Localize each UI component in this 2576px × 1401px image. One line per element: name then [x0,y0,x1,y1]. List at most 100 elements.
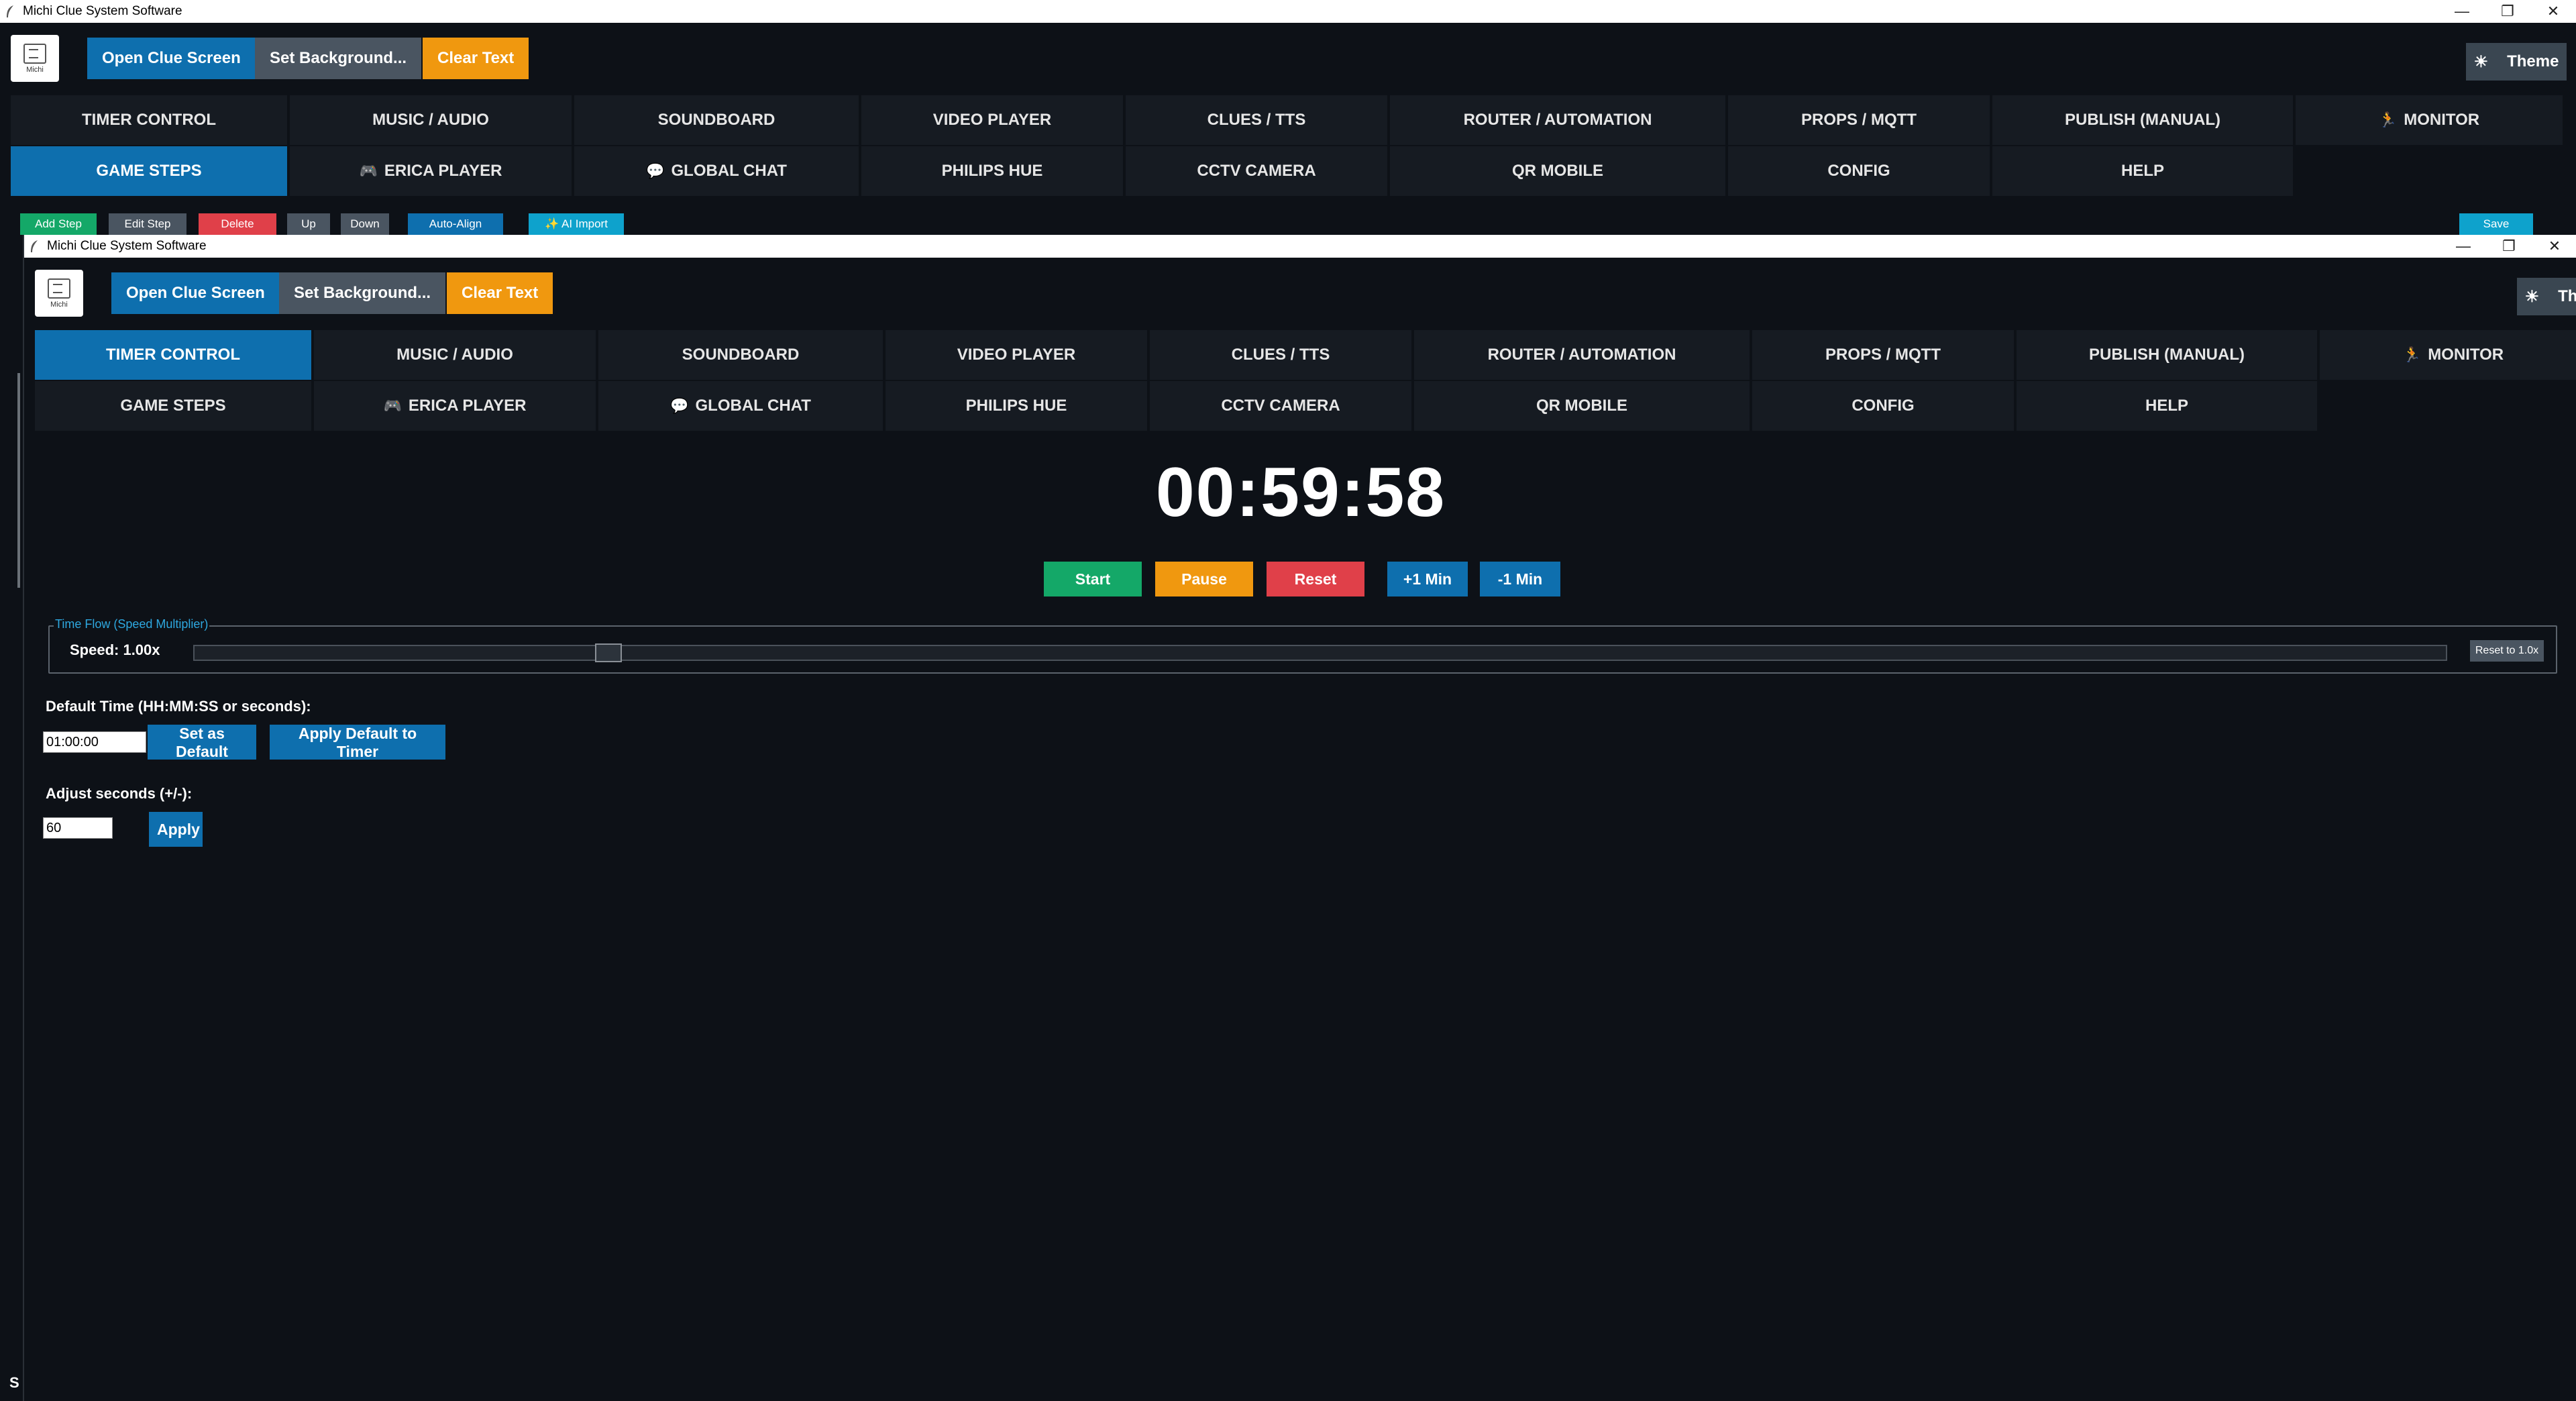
speed-label: Speed: 1.00x [70,641,160,658]
minimize-icon[interactable]: — [2440,235,2486,258]
window-title: Michi Clue System Software [47,239,207,253]
tab-video-player[interactable]: VIDEO PLAYER [861,95,1123,145]
gamepad-icon: 🎮 [359,162,378,179]
reset-speed-button[interactable]: Reset to 1.0x [2470,640,2544,662]
adjust-seconds-label: Adjust seconds (+/-): [46,785,193,802]
default-time-label: Default Time (HH:MM:SS or seconds): [46,698,311,715]
subtract-minute-button[interactable]: -1 Min [1480,562,1560,596]
tab-philips-hue[interactable]: PHILIPS HUE [885,381,1147,431]
add-minute-button[interactable]: +1 Min [1387,562,1468,596]
tab-router-automation[interactable]: ROUTER / AUTOMATION [1414,330,1750,380]
tab-cctv-camera[interactable]: CCTV CAMERA [1150,381,1411,431]
speed-slider-handle[interactable] [595,643,622,662]
clear-text-button[interactable]: Clear Text [447,272,553,314]
edit-step-button[interactable]: Edit Step [109,213,186,235]
set-background-button[interactable]: Set Background... [279,272,446,314]
speed-multiplier-group: Time Flow (Speed Multiplier) Speed: 1.00… [48,617,2557,674]
tab-erica-player[interactable]: 🎮 ERICA PLAYER [290,146,572,196]
tab-global-chat[interactable]: 💬 GLOBAL CHAT [598,381,883,431]
pause-button[interactable]: Pause [1155,562,1253,596]
tab-config[interactable]: CONFIG [1752,381,2014,431]
tab-publish-manual[interactable]: PUBLISH (MANUAL) [2017,330,2317,380]
tab-monitor[interactable]: 🏃 MONITOR [2320,330,2576,380]
tab-help[interactable]: HELP [2017,381,2317,431]
save-button[interactable]: Save [2459,213,2533,235]
tab-erica-player[interactable]: 🎮 ERICA PLAYER [314,381,596,431]
tab-help[interactable]: HELP [1992,146,2293,196]
tab-game-steps[interactable]: GAME STEPS [35,381,311,431]
adjust-seconds-input[interactable] [43,817,113,839]
timer-display: 00:59:58 [1155,454,1446,531]
open-clue-screen-button[interactable]: Open Clue Screen [87,38,256,79]
tab-cctv-camera[interactable]: CCTV CAMERA [1126,146,1387,196]
move-down-button[interactable]: Down [341,213,389,235]
app-feather-icon [31,240,38,252]
app-feather-icon [7,5,13,17]
sun-icon: ☀ [2473,52,2489,71]
game-steps-toolbar: Add Step Edit Step Delete Up Down Auto-A… [20,213,2576,235]
open-clue-screen-button[interactable]: Open Clue Screen [111,272,280,314]
window-title: Michi Clue System Software [23,4,182,18]
front-window: Michi Clue System Software — ❐ ✕ Michi O… [23,235,2576,1401]
tab-music-audio[interactable]: MUSIC / AUDIO [290,95,572,145]
maximize-icon[interactable]: ❐ [2485,0,2530,23]
chat-bubble-icon: 💬 [670,397,689,414]
theme-button[interactable]: ☀ Theme [2517,278,2576,315]
tab-config[interactable]: CONFIG [1728,146,1990,196]
set-as-default-button[interactable]: Set as Default [148,725,256,760]
title-bar[interactable]: Michi Clue System Software — ❐ ✕ [0,0,2576,23]
back-window-scrollbar[interactable] [17,373,20,588]
tab-timer-control[interactable]: TIMER CONTROL [11,95,287,145]
maximize-icon[interactable]: ❐ [2486,235,2532,258]
runner-icon: 🏃 [2402,346,2422,363]
add-step-button[interactable]: Add Step [20,213,97,235]
title-bar[interactable]: Michi Clue System Software — ❐ ✕ [24,235,2576,258]
tab-music-audio[interactable]: MUSIC / AUDIO [314,330,596,380]
tab-clues-tts[interactable]: CLUES / TTS [1126,95,1387,145]
logo-mark-icon [23,43,46,64]
close-icon[interactable]: ✕ [2532,235,2576,258]
app-logo: Michi [11,35,59,82]
theme-button[interactable]: ☀ Theme [2466,43,2567,81]
reset-button[interactable]: Reset [1267,562,1364,596]
runner-icon: 🏃 [2378,111,2398,128]
speed-group-legend: Time Flow (Speed Multiplier) [54,617,210,631]
gamepad-icon: 🎮 [383,397,402,414]
delete-step-button[interactable]: Delete [199,213,276,235]
apply-default-button[interactable]: Apply Default to Timer [270,725,445,760]
tab-clues-tts[interactable]: CLUES / TTS [1150,330,1411,380]
top-toolbar: Michi Open Clue Screen Set Background...… [35,270,2576,317]
tab-qr-mobile[interactable]: QR MOBILE [1390,146,1725,196]
tab-philips-hue[interactable]: PHILIPS HUE [861,146,1123,196]
tab-bar: TIMER CONTROL MUSIC / AUDIO SOUNDBOARD V… [11,95,2565,197]
default-time-input[interactable] [43,731,146,753]
tab-global-chat[interactable]: 💬 GLOBAL CHAT [574,146,859,196]
auto-align-button[interactable]: Auto-Align [408,213,503,235]
tab-video-player[interactable]: VIDEO PLAYER [885,330,1147,380]
start-button[interactable]: Start [1044,562,1142,596]
logo-mark-icon [48,278,70,299]
speed-slider-track[interactable] [193,643,2447,662]
clear-text-button[interactable]: Clear Text [423,38,529,79]
tab-bar: TIMER CONTROL MUSIC / AUDIO SOUNDBOARD V… [35,330,2576,432]
status-corner-text: S [9,1374,19,1391]
tab-props-mqtt[interactable]: PROPS / MQTT [1752,330,2014,380]
ai-import-button[interactable]: ✨ AI Import [529,213,624,235]
tab-timer-control[interactable]: TIMER CONTROL [35,330,311,380]
sun-icon: ☀ [2524,287,2540,306]
set-background-button[interactable]: Set Background... [255,38,422,79]
top-toolbar: Michi Open Clue Screen Set Background...… [11,35,2576,82]
tab-router-automation[interactable]: ROUTER / AUTOMATION [1390,95,1725,145]
tab-props-mqtt[interactable]: PROPS / MQTT [1728,95,1990,145]
tab-game-steps[interactable]: GAME STEPS [11,146,287,196]
tab-soundboard[interactable]: SOUNDBOARD [598,330,883,380]
apply-adjust-button[interactable]: Apply [149,812,203,847]
close-icon[interactable]: ✕ [2530,0,2576,23]
minimize-icon[interactable]: — [2439,0,2485,23]
tab-publish-manual[interactable]: PUBLISH (MANUAL) [1992,95,2293,145]
tab-qr-mobile[interactable]: QR MOBILE [1414,381,1750,431]
app-logo: Michi [35,270,83,317]
tab-soundboard[interactable]: SOUNDBOARD [574,95,859,145]
move-up-button[interactable]: Up [287,213,330,235]
tab-monitor[interactable]: 🏃 MONITOR [2296,95,2563,145]
